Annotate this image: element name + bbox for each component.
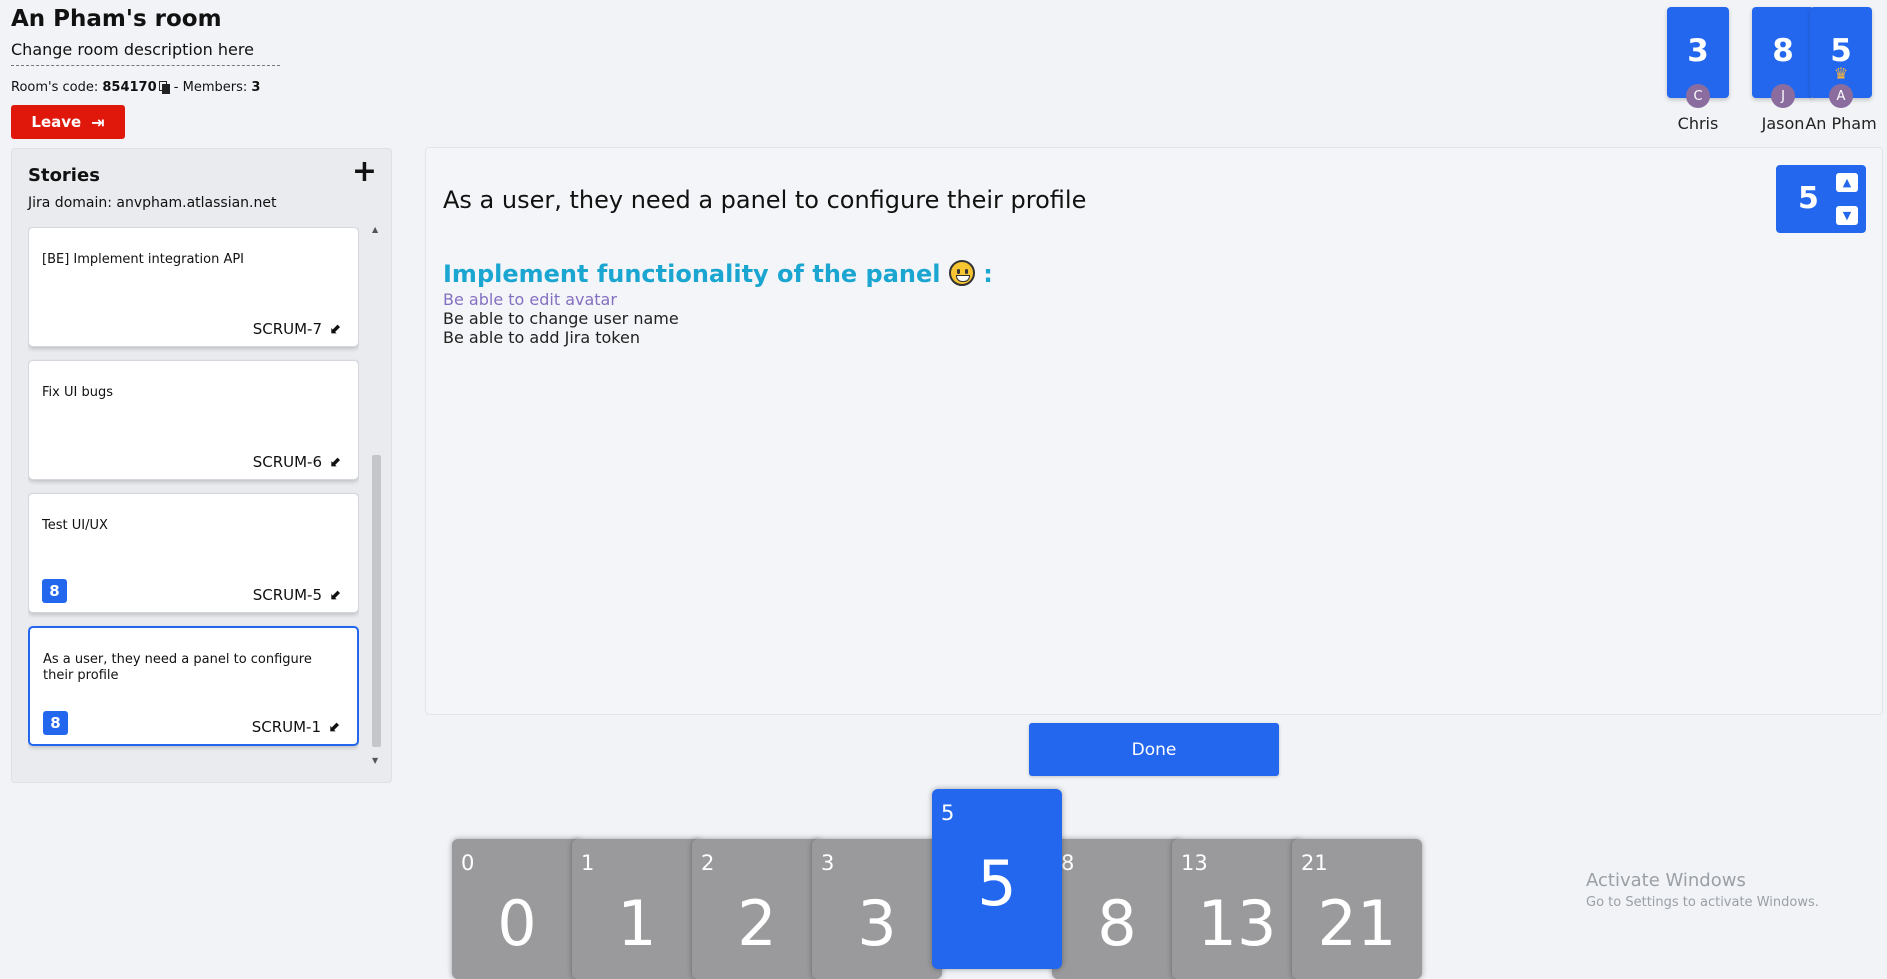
member-vote: 3	[1687, 33, 1709, 69]
description-line: Be able to change user name	[443, 309, 679, 328]
deck-card-value: 21	[1317, 887, 1397, 960]
story-text: As a user, they need a panel to configur…	[43, 652, 312, 683]
jira-icon: ⬋	[330, 454, 342, 470]
story-card[interactable]: [BE] Implement integration API SCRUM-7 ⬋	[28, 227, 359, 347]
stories-panel: Stories + Jira domain: anvpham.atlassian…	[11, 148, 392, 783]
deck-card[interactable]: 3 3	[812, 839, 942, 979]
deck-card-value: 5	[977, 847, 1017, 920]
activate-windows-watermark: Activate Windows Go to Settings to activ…	[1586, 870, 1819, 910]
story-description-heading: Implement functionality of the panel :	[443, 260, 993, 288]
story-points-value: 5	[1798, 181, 1819, 216]
member-name: An Pham	[1805, 114, 1877, 133]
scroll-thumb[interactable]	[372, 455, 381, 747]
deck-card-corner: 2	[701, 851, 715, 875]
jira-icon: ⬋	[330, 321, 342, 337]
deck-card-value: 0	[497, 887, 537, 960]
story-points-badge: 8	[42, 579, 67, 603]
members-label: - Members:	[173, 80, 248, 95]
deck-card-corner: 1	[581, 851, 595, 875]
story-key: SCRUM-6 ⬋	[253, 453, 346, 471]
room-description[interactable]: Change room description here	[11, 40, 280, 66]
room-code-label: Room's code:	[11, 80, 99, 95]
story-key-label: SCRUM-7	[252, 320, 322, 338]
jira-icon: ⬋	[329, 719, 341, 735]
story-detail-panel: As a user, they need a panel to configur…	[425, 147, 1883, 715]
deck-card-corner: 5	[941, 801, 955, 825]
deck-card[interactable]: 13 13	[1172, 839, 1302, 979]
member-vote: 8	[1772, 33, 1794, 69]
increment-icon[interactable]: ▲	[1836, 173, 1858, 192]
story-card[interactable]: Fix UI bugs SCRUM-6 ⬋	[28, 360, 359, 480]
heading-text: Implement functionality of the panel	[443, 260, 941, 288]
deck-card[interactable]: 2 2	[692, 839, 822, 979]
story-text: Fix UI bugs	[42, 385, 113, 400]
deck-card[interactable]: 1 1	[572, 839, 702, 979]
story-detail-title: As a user, they need a panel to configur…	[443, 186, 1087, 214]
member-chris: 3 C Chris	[1667, 7, 1729, 133]
story-card-active[interactable]: As a user, they need a panel to configur…	[28, 626, 359, 746]
scroll-up-icon[interactable]: ▲	[372, 225, 378, 234]
story-key: SCRUM-5 ⬋	[253, 586, 346, 604]
deck-card[interactable]: 0 0	[452, 839, 582, 979]
room-code: 854170	[102, 80, 157, 95]
leave-label: Leave	[31, 113, 82, 131]
story-points-stepper[interactable]: 5 ▲ ▼	[1776, 165, 1866, 233]
room-title: An Pham's room	[11, 6, 222, 32]
sign-out-icon: ⇥	[91, 112, 105, 132]
story-list-scrollbar[interactable]: ▲ ▼	[369, 225, 383, 765]
deck-card-corner: 13	[1181, 851, 1208, 875]
story-key: SCRUM-7 ⬋	[253, 320, 346, 338]
story-card[interactable]: Test UI/UX 8 SCRUM-5 ⬋	[28, 493, 359, 613]
story-list[interactable]: [BE] Implement integration API SCRUM-7 ⬋…	[28, 227, 359, 757]
story-key-label: SCRUM-1	[251, 718, 321, 736]
stories-title: Stories	[28, 165, 100, 186]
deck-card-value: 1	[617, 887, 657, 960]
room-meta: Room's code: 854170 - Members: 3	[11, 80, 260, 95]
deck-card-value: 8	[1097, 887, 1137, 960]
story-key-label: SCRUM-5	[252, 586, 322, 604]
story-text: [BE] Implement integration API	[42, 252, 245, 267]
description-line: Be able to add Jira token	[443, 328, 640, 347]
jira-domain: Jira domain: anvpham.atlassian.net	[28, 195, 277, 211]
member-vote-card: 3 C	[1667, 7, 1729, 108]
deck-card-corner: 0	[461, 851, 475, 875]
deck-card-value: 3	[857, 887, 897, 960]
done-button[interactable]: Done	[1029, 723, 1279, 776]
watermark-subtitle: Go to Settings to activate Windows.	[1586, 895, 1819, 910]
avatar: J	[1771, 84, 1795, 108]
story-text: Test UI/UX	[42, 518, 108, 533]
decrement-icon[interactable]: ▼	[1836, 206, 1858, 225]
add-story-icon[interactable]: +	[352, 157, 377, 187]
member-an-pham: 5 ♛ A An Pham	[1805, 7, 1877, 133]
avatar: C	[1686, 84, 1710, 108]
crown-icon: ♛	[1833, 64, 1849, 83]
story-points-badge: 8	[43, 711, 68, 735]
jira-icon: ⬋	[330, 587, 342, 603]
deck-card[interactable]: 8 8	[1052, 839, 1182, 979]
avatar: A	[1829, 84, 1853, 108]
story-key-label: SCRUM-6	[252, 453, 322, 471]
description-line: Be able to edit avatar	[443, 290, 617, 309]
deck-card-value: 13	[1197, 887, 1277, 960]
member-vote-card: 8 J	[1752, 7, 1814, 108]
deck-card-corner: 3	[821, 851, 835, 875]
watermark-title: Activate Windows	[1586, 870, 1746, 891]
members-count: 3	[251, 80, 261, 95]
leave-button[interactable]: Leave ⇥	[11, 105, 125, 139]
grinning-face-icon	[948, 260, 975, 286]
heading-suffix: :	[983, 260, 993, 288]
deck-card-value: 2	[737, 887, 777, 960]
deck-card-selected[interactable]: 5 5	[932, 789, 1062, 969]
scroll-down-icon[interactable]: ▼	[372, 756, 378, 765]
copy-icon[interactable]	[158, 81, 170, 94]
story-key: SCRUM-1 ⬋	[252, 718, 345, 736]
deck-card-corner: 8	[1061, 851, 1075, 875]
member-vote-card: 5 ♛ A	[1810, 7, 1872, 108]
deck-card[interactable]: 21 21	[1292, 839, 1422, 979]
deck-card-corner: 21	[1301, 851, 1328, 875]
